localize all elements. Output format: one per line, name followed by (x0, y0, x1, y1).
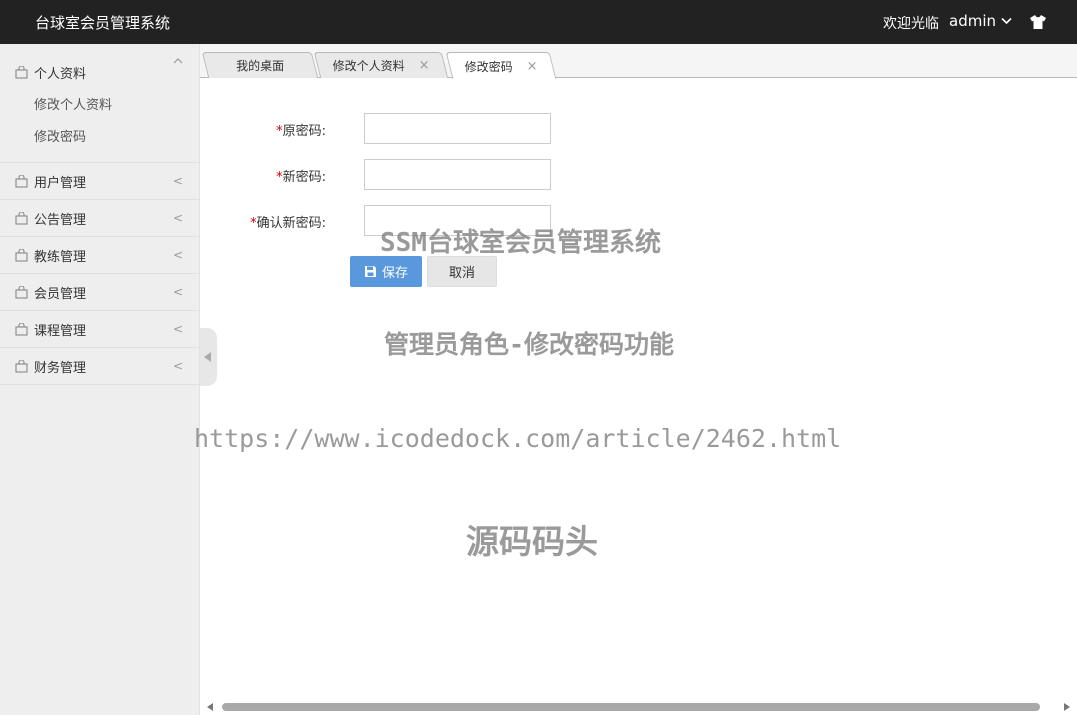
tab-change-password[interactable]: 修改密码 × (445, 52, 557, 79)
old-password-input[interactable] (364, 113, 551, 144)
sidebar-item-label: 课程管理 (34, 323, 87, 339)
sidebar-group-coaches: 教练管理 < (0, 237, 199, 274)
watermark-subtitle: 管理员角色-修改密码功能 (384, 330, 675, 359)
new-password-label: *新密码: (276, 166, 326, 185)
sidebar-item-label: 会员管理 (34, 286, 87, 302)
tab-bar: 我的桌面 修改个人资料 × 修改密码 × (200, 44, 1077, 79)
close-icon[interactable]: × (527, 59, 538, 74)
label-text: 新密码: (282, 170, 326, 185)
sidebar-item-personal[interactable]: 个人资料 (0, 44, 199, 100)
chevron-left-icon: < (172, 285, 183, 299)
sidebar-subitem-change-password[interactable]: 修改密码 (0, 126, 199, 158)
sidebar-item-finance[interactable]: 财务管理 < (0, 348, 199, 384)
sidebar-collapse-toggle[interactable] (200, 328, 217, 386)
watermark-brand: 源码码头 (466, 522, 598, 561)
watermark-title: SSM台球室会员管理系统 (380, 228, 661, 258)
submenu-personal: 修改个人资料 修改密码 (0, 94, 199, 162)
top-header: 台球室会员管理系统 欢迎光临 admin (0, 0, 1077, 44)
bag-icon (15, 211, 28, 225)
chevron-up-icon (173, 55, 183, 69)
bag-icon (15, 285, 28, 299)
bag-icon (15, 174, 28, 188)
chevron-left-icon: < (172, 359, 183, 373)
chevron-down-icon (1001, 17, 1012, 25)
bag-icon (15, 359, 28, 373)
sidebar-item-courses[interactable]: 课程管理 < (0, 311, 199, 347)
form-row-new-password: *新密码: (200, 159, 600, 191)
tab-edit-profile[interactable]: 修改个人资料 × (313, 52, 449, 78)
sidebar-group-notices: 公告管理 < (0, 200, 199, 237)
scroll-left-icon[interactable] (207, 703, 213, 711)
tab-desktop[interactable]: 我的桌面 (201, 52, 319, 78)
welcome-text: 欢迎光临 (883, 16, 939, 32)
tab-label: 我的桌面 (236, 59, 285, 73)
sidebar-group-courses: 课程管理 < (0, 311, 199, 348)
sidebar-item-users[interactable]: 用户管理 < (0, 163, 199, 199)
chevron-left-icon: < (172, 248, 183, 262)
chevron-left-icon: < (172, 174, 183, 188)
sidebar-group-users: 用户管理 < (0, 163, 199, 200)
user-menu[interactable]: admin (949, 12, 1012, 30)
old-password-label: *原密码: (276, 120, 326, 139)
watermark-url: https://www.icodedock.com/article/2462.h… (194, 424, 842, 453)
scroll-right-icon[interactable] (1064, 703, 1070, 711)
tab-label: 修改个人资料 (332, 59, 405, 73)
scrollbar-thumb[interactable] (222, 703, 1040, 711)
label-text: 原密码: (282, 124, 326, 139)
horizontal-scrollbar[interactable] (205, 699, 1072, 715)
tab-label: 修改密码 (464, 59, 513, 74)
sidebar-item-label: 公告管理 (34, 212, 87, 228)
sidebar-item-label: 个人资料 (34, 66, 87, 82)
cancel-button[interactable]: 取消 (427, 256, 497, 287)
sidebar-item-coaches[interactable]: 教练管理 < (0, 237, 199, 273)
new-password-input[interactable] (364, 159, 551, 190)
sidebar: 个人资料 修改个人资料 修改密码 用户管理 < 公告管理 < 教练管理 < 会员… (0, 44, 200, 715)
chevron-left-icon: < (172, 322, 183, 336)
app-title: 台球室会员管理系统 (35, 14, 171, 32)
username: admin (949, 12, 996, 30)
save-button[interactable]: 保存 (350, 256, 422, 287)
close-icon[interactable]: × (419, 58, 430, 73)
floppy-disk-icon (364, 266, 376, 277)
confirm-password-label: *确认新密码: (250, 212, 326, 231)
label-text: 确认新密码: (256, 216, 326, 231)
triangle-left-icon (204, 352, 211, 362)
sidebar-item-label: 用户管理 (34, 175, 87, 191)
bag-icon (15, 322, 28, 336)
form-row-old-password: *原密码: (200, 113, 600, 145)
sidebar-group-members: 会员管理 < (0, 274, 199, 311)
sidebar-item-label: 财务管理 (34, 360, 87, 376)
sidebar-item-label: 教练管理 (34, 249, 87, 265)
sidebar-item-members[interactable]: 会员管理 < (0, 274, 199, 310)
save-label: 保存 (381, 266, 408, 281)
chevron-left-icon: < (172, 211, 183, 225)
sidebar-item-notices[interactable]: 公告管理 < (0, 200, 199, 236)
tshirt-icon[interactable] (1029, 14, 1047, 30)
bag-icon (15, 248, 28, 262)
bag-icon (15, 65, 28, 79)
sidebar-group-finance: 财务管理 < (0, 348, 199, 385)
sidebar-group-personal: 个人资料 修改个人资料 修改密码 (0, 44, 199, 163)
